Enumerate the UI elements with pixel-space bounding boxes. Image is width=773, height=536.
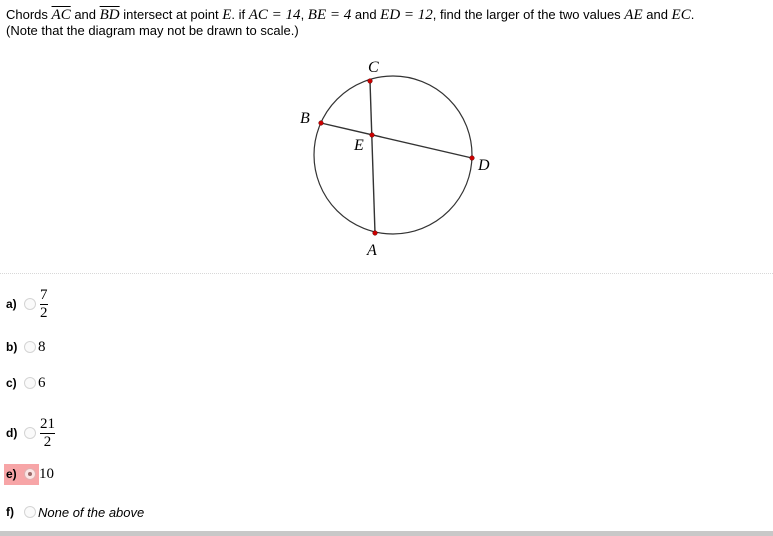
point-a bbox=[372, 230, 378, 236]
chord-ac: AC bbox=[51, 7, 71, 23]
chord-bd-line bbox=[320, 122, 473, 159]
chord-ac-line bbox=[369, 80, 376, 234]
choice-value: None of the above bbox=[38, 504, 145, 520]
question-line-1: Chords AC and BD intersect at point E. i… bbox=[6, 7, 695, 23]
question-line-2: (Note that the diagram may not be drawn … bbox=[6, 23, 299, 38]
given-be: BE = 4 bbox=[307, 7, 352, 23]
numerator: 21 bbox=[40, 415, 55, 432]
given-ed: ED = 12 bbox=[380, 7, 433, 23]
radio-button[interactable] bbox=[24, 427, 36, 439]
circle bbox=[313, 75, 473, 235]
given-ac: AC = 14 bbox=[248, 7, 301, 23]
denominator: 2 bbox=[40, 304, 48, 321]
choice-letter: a) bbox=[6, 297, 17, 311]
label-a: A bbox=[366, 242, 377, 259]
choice-letter: d) bbox=[6, 426, 18, 440]
point-b bbox=[318, 120, 324, 126]
choice-letter: c) bbox=[6, 376, 17, 390]
choice-value: 10 bbox=[39, 465, 54, 482]
choice-value: 6 bbox=[38, 374, 46, 391]
choice-b[interactable]: b) 8 bbox=[4, 336, 46, 358]
label-c: C bbox=[368, 59, 379, 76]
fraction: 21 2 bbox=[40, 416, 55, 451]
fraction: 7 2 bbox=[40, 287, 48, 322]
point-e bbox=[369, 132, 375, 138]
point-d bbox=[469, 155, 475, 161]
choice-value: 8 bbox=[38, 338, 46, 355]
label-b: B bbox=[300, 110, 310, 127]
radio-button-selected[interactable] bbox=[24, 468, 36, 480]
separator bbox=[0, 273, 773, 274]
point-c bbox=[367, 78, 373, 84]
selected-highlight: e) bbox=[4, 463, 39, 485]
label-d: D bbox=[477, 157, 490, 174]
choice-e[interactable]: e) 10 bbox=[4, 463, 54, 485]
choice-a[interactable]: a) 7 2 bbox=[4, 287, 48, 321]
radio-button[interactable] bbox=[24, 298, 36, 310]
choice-letter: b) bbox=[6, 340, 18, 354]
radio-button[interactable] bbox=[24, 341, 36, 353]
choice-f[interactable]: f) None of the above bbox=[4, 501, 144, 523]
radio-button[interactable] bbox=[24, 377, 36, 389]
circle-diagram: C B E D A bbox=[300, 59, 490, 259]
denominator: 2 bbox=[43, 433, 52, 450]
choice-letter: e) bbox=[6, 467, 17, 481]
radio-button[interactable] bbox=[24, 506, 36, 518]
scroll-edge-bar bbox=[0, 531, 773, 536]
choice-c[interactable]: c) 6 bbox=[4, 372, 46, 394]
label-e: E bbox=[353, 137, 364, 154]
choice-letter: f) bbox=[6, 505, 14, 519]
numerator: 7 bbox=[40, 286, 48, 303]
question-text: Chords AC and BD intersect at point E. i… bbox=[6, 7, 694, 39]
chord-bd: BD bbox=[99, 7, 120, 23]
choice-d[interactable]: d) 21 2 bbox=[4, 416, 55, 450]
